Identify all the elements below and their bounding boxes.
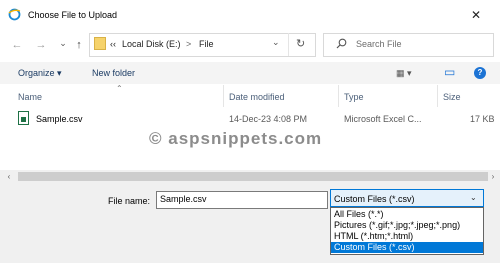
column-divider[interactable] <box>223 85 224 107</box>
file-type-selected: Custom Files (*.csv) <box>334 194 415 204</box>
organize-button[interactable]: Organize ▾ <box>18 68 62 79</box>
file-type-option[interactable]: Pictures (*.gif;*.jpg;*.jpeg;*.png) <box>331 220 483 231</box>
column-header-size[interactable]: Size <box>443 92 461 102</box>
size-cell: 17 KB <box>470 114 495 124</box>
scroll-right-button[interactable]: › <box>486 170 500 183</box>
file-name-label: File name: <box>108 196 151 206</box>
sort-ascending-icon: ⌃ <box>116 84 123 93</box>
back-button[interactable]: ← <box>10 37 24 53</box>
close-button[interactable]: ✕ <box>466 6 486 24</box>
folder-icon <box>94 37 106 50</box>
column-header-date-modified[interactable]: Date modified <box>229 92 285 102</box>
breadcrumb-overflow[interactable]: ‹‹ <box>110 39 116 49</box>
refresh-button[interactable]: ↻ <box>296 37 305 50</box>
address-history-chevron-icon[interactable]: ⌄ <box>272 37 280 48</box>
new-folder-button[interactable]: New folder <box>92 68 135 78</box>
command-bar <box>0 62 500 84</box>
preview-pane-button[interactable]: ▭ <box>444 65 455 79</box>
file-type-option-selected[interactable]: Custom Files (*.csv) <box>331 242 483 253</box>
browser-icon <box>8 8 21 21</box>
column-header-name[interactable]: Name <box>18 92 42 102</box>
window-title: Choose File to Upload <box>28 10 118 20</box>
scrollbar-thumb[interactable] <box>18 172 488 181</box>
excel-csv-file-icon <box>18 111 29 125</box>
column-divider[interactable] <box>338 85 339 107</box>
forward-button[interactable]: → <box>34 37 48 53</box>
type-cell: Microsoft Excel C... <box>344 114 422 124</box>
address-divider <box>288 33 289 56</box>
breadcrumb-local-disk[interactable]: Local Disk (E:) <box>122 39 181 49</box>
help-icon[interactable]: ? <box>474 67 486 79</box>
file-type-option[interactable]: HTML (*.htm;*.html) <box>331 231 483 242</box>
breadcrumb-file[interactable]: File <box>199 39 214 49</box>
up-button[interactable]: ↑ <box>72 37 86 53</box>
change-view-button[interactable]: ▦ ▾ <box>396 68 412 79</box>
watermark: © aspsnippets.com <box>149 129 323 148</box>
date-modified-cell: 14-Dec-23 4:08 PM <box>229 114 308 124</box>
recent-locations-chevron-icon[interactable]: ⌄ <box>56 35 70 51</box>
chevron-down-icon[interactable]: ⌄ <box>470 193 477 202</box>
file-name-cell[interactable]: Sample.csv <box>36 114 83 124</box>
column-header-type[interactable]: Type <box>344 92 364 102</box>
vertical-scrollbar[interactable] <box>486 189 500 245</box>
file-name-value: Sample.csv <box>160 194 207 204</box>
search-input[interactable] <box>323 33 494 57</box>
column-divider[interactable] <box>437 85 438 107</box>
file-type-option[interactable]: All Files (*.*) <box>331 209 483 220</box>
scroll-left-button[interactable]: ‹ <box>2 170 16 183</box>
search-placeholder: Search File <box>356 39 402 49</box>
breadcrumb-separator: > <box>186 39 192 49</box>
search-icon <box>336 38 347 49</box>
